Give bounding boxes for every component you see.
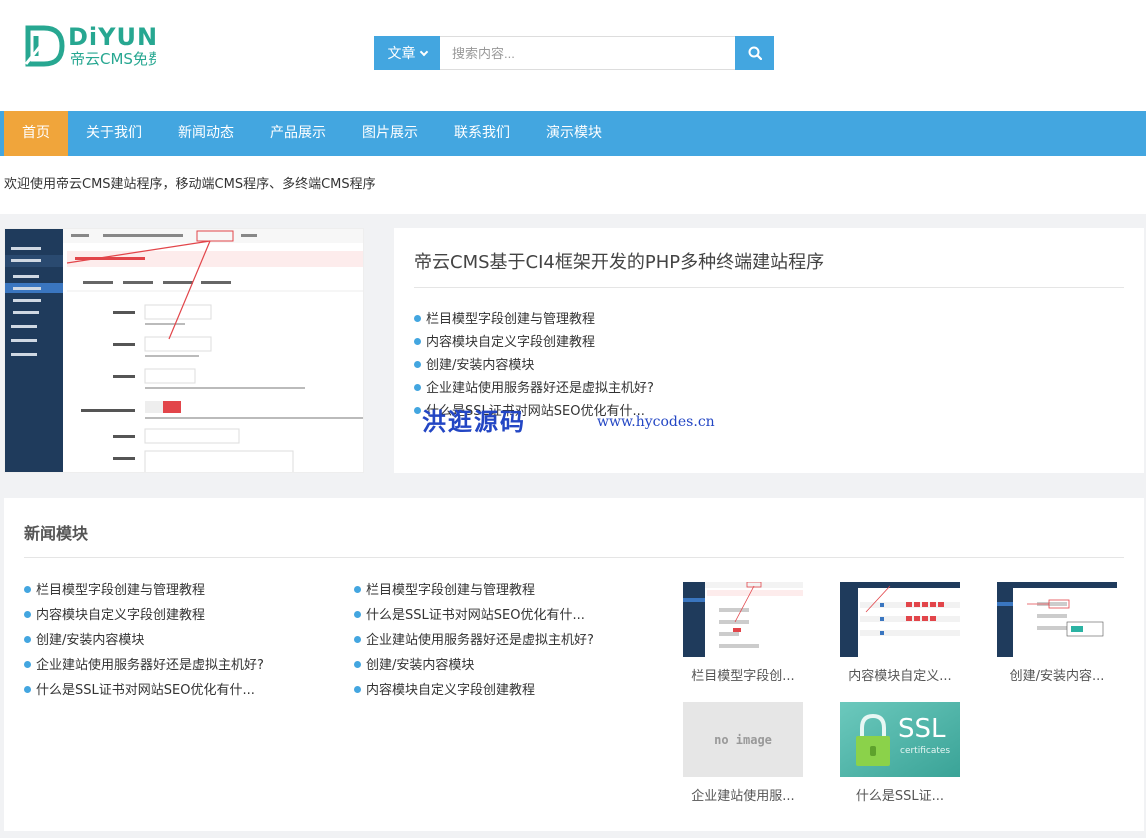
divider — [24, 557, 1124, 558]
thumb-caption: 创建/安装内容... — [1009, 669, 1105, 684]
bullet-icon — [354, 586, 361, 593]
search-input[interactable] — [440, 36, 735, 70]
nav-item-products[interactable]: 产品展示 — [252, 111, 344, 156]
thumb-card[interactable]: no image 企业建站使用服... — [683, 702, 803, 804]
bullet-icon — [24, 661, 31, 668]
news-title: 新闻模块 — [24, 524, 89, 543]
site-logo[interactable]: DiYUN 帝云CMS免费 — [24, 24, 156, 70]
thumb-caption: 企业建站使用服... — [691, 789, 795, 804]
bullet-icon — [354, 611, 361, 618]
thumb-card[interactable]: 创建/安装内容... — [997, 582, 1117, 684]
no-image-placeholder: no image — [683, 702, 803, 777]
thumb-image — [997, 582, 1117, 657]
nav-item-pictures[interactable]: 图片展示 — [344, 111, 436, 156]
nav-item-home[interactable]: 首页 — [4, 111, 68, 156]
no-image-text: no image — [714, 732, 772, 747]
search-icon — [748, 46, 762, 60]
list-item[interactable]: 企业建站使用服务器好还是虚拟主机好? — [414, 377, 654, 400]
bullet-icon — [354, 661, 361, 668]
list-item[interactable]: 企业建站使用服务器好还是虚拟主机好? — [24, 653, 264, 678]
thumb-image — [683, 582, 803, 657]
divider — [414, 287, 1124, 288]
thumb-card[interactable]: SSL certificates 什么是SSL证... — [840, 702, 960, 804]
welcome-text: 欢迎使用帝云CMS建站程序，移动端CMS程序、多终端CMS程序 — [0, 156, 1146, 214]
list-item[interactable]: 栏目模型字段创建与管理教程 — [414, 308, 654, 331]
list-item[interactable]: 栏目模型字段创建与管理教程 — [354, 578, 594, 603]
main-nav: 首页 关于我们 新闻动态 产品展示 图片展示 联系我们 演示模块 — [0, 111, 1146, 156]
list-item[interactable]: 内容模块自定义字段创建教程 — [24, 603, 264, 628]
bullet-icon — [354, 636, 361, 643]
search-type-dropdown[interactable]: 文章 — [374, 36, 440, 70]
watermark-text: 洪逛源码 — [422, 407, 526, 436]
logo-text-cn: 帝云CMS免费 — [70, 50, 156, 68]
bullet-icon — [24, 636, 31, 643]
bullet-icon — [414, 338, 421, 345]
bullet-icon — [414, 361, 421, 368]
bullet-icon — [414, 315, 421, 322]
nav-item-about[interactable]: 关于我们 — [68, 111, 160, 156]
feature-title[interactable]: 帝云CMS基于CI4框架开发的PHP多种终端建站程序 — [414, 248, 824, 274]
thumb-card[interactable]: 栏目模型字段创... — [683, 582, 803, 684]
list-item[interactable]: 什么是SSL证书对网站SEO优化有什... — [24, 678, 264, 703]
list-item[interactable]: 内容模块自定义字段创建教程 — [414, 331, 654, 354]
thumb-caption: 栏目模型字段创... — [691, 669, 795, 684]
nav-item-demo[interactable]: 演示模块 — [528, 111, 620, 156]
nav-item-contact[interactable]: 联系我们 — [436, 111, 528, 156]
list-item[interactable]: 栏目模型字段创建与管理教程 — [24, 578, 264, 603]
chevron-down-icon — [419, 47, 428, 56]
thumb-card[interactable]: 内容模块自定义... — [840, 582, 960, 684]
bullet-icon — [354, 686, 361, 693]
ssl-label: SSL — [898, 714, 946, 744]
thumb-image — [840, 582, 960, 657]
ssl-sublabel: certificates — [900, 746, 951, 756]
list-item[interactable]: 什么是SSL证书对网站SEO优化有什... — [354, 603, 594, 628]
search-bar: 文章 — [374, 36, 774, 70]
list-item[interactable]: 创建/安装内容模块 — [354, 653, 594, 678]
news-module: 新闻模块 栏目模型字段创建与管理教程 内容模块自定义字段创建教程 创建/安装内容… — [4, 498, 1144, 831]
logo-text-en: DiYUN — [68, 24, 156, 51]
news-list-right: 栏目模型字段创建与管理教程 什么是SSL证书对网站SEO优化有什... 企业建站… — [354, 578, 594, 703]
bullet-icon — [24, 586, 31, 593]
watermark-url: www.hycodes.cn — [597, 414, 715, 430]
thumb-caption: 什么是SSL证... — [855, 789, 945, 804]
list-item[interactable]: 企业建站使用服务器好还是虚拟主机好? — [354, 628, 594, 653]
ssl-image: SSL certificates — [840, 702, 960, 777]
list-item[interactable]: 内容模块自定义字段创建教程 — [354, 678, 594, 703]
bullet-icon — [414, 407, 421, 414]
search-type-label: 文章 — [387, 46, 416, 62]
header: DiYUN 帝云CMS免费 文章 — [0, 0, 1146, 111]
feature-image[interactable] — [4, 228, 364, 473]
list-item[interactable]: 创建/安装内容模块 — [24, 628, 264, 653]
thumb-caption: 内容模块自定义... — [848, 669, 952, 684]
news-list-left: 栏目模型字段创建与管理教程 内容模块自定义字段创建教程 创建/安装内容模块 企业… — [24, 578, 264, 703]
logo-mark-icon — [24, 25, 65, 67]
bullet-icon — [24, 611, 31, 618]
bullet-icon — [24, 686, 31, 693]
bullet-icon — [414, 384, 421, 391]
search-button[interactable] — [735, 36, 774, 70]
nav-item-news[interactable]: 新闻动态 — [160, 111, 252, 156]
list-item[interactable]: 创建/安装内容模块 — [414, 354, 654, 377]
admin-screenshot-image — [5, 229, 363, 472]
